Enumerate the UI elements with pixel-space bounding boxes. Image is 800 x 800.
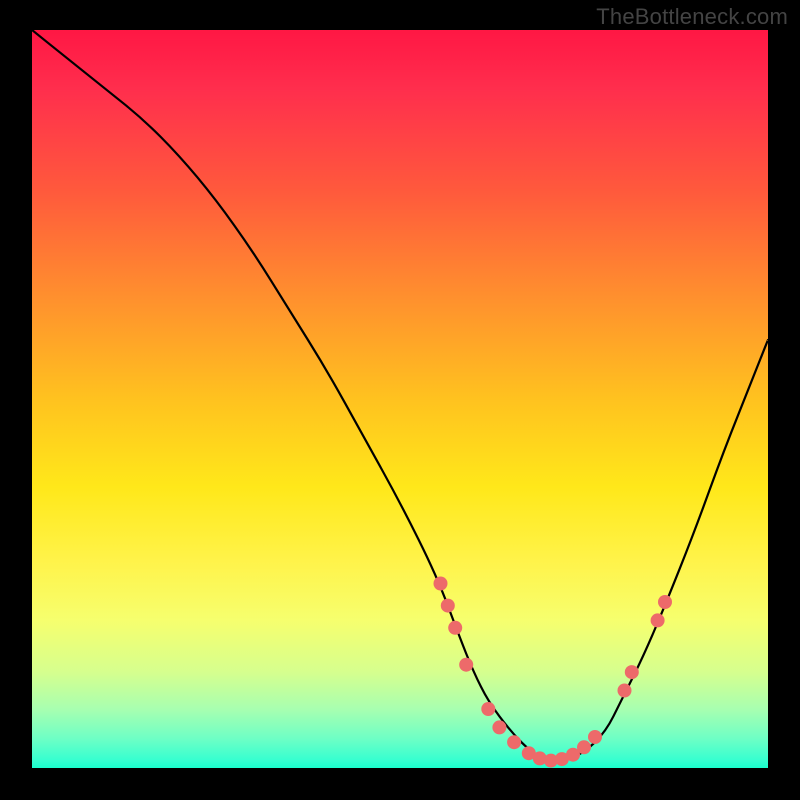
curve-marker [588,730,602,744]
curve-marker [434,577,448,591]
watermark-text: TheBottleneck.com [596,4,788,30]
bottleneck-curve-line [32,30,768,761]
curve-marker [459,658,473,672]
curve-marker [577,740,591,754]
curve-marker [618,684,632,698]
curve-markers-group [434,577,673,768]
curve-marker [481,702,495,716]
curve-marker [441,599,455,613]
curve-marker [507,735,521,749]
curve-marker [448,621,462,635]
curve-marker [492,720,506,734]
curve-marker [658,595,672,609]
curve-marker [625,665,639,679]
chart-plot-area [32,30,768,768]
chart-svg [32,30,768,768]
curve-marker [651,613,665,627]
